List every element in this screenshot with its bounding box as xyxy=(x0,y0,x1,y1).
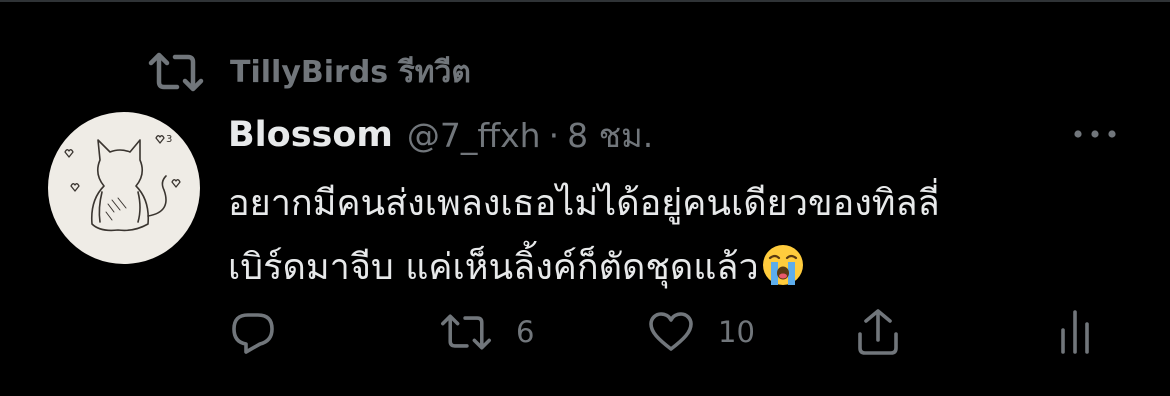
reply-button[interactable] xyxy=(230,304,276,360)
retweet-button[interactable]: 6 xyxy=(440,304,534,360)
tweet-text-line-2-content: เบิร์ดมาจีบ แค่เห็นลิ้งค์ก็ตัดชุดแล้ว xyxy=(228,247,759,288)
separator-dot: · xyxy=(548,115,560,155)
more-options-icon[interactable] xyxy=(1072,124,1118,144)
tweet-header: Blossom @7_ffxh · 8 ชม. xyxy=(228,110,653,160)
timestamp[interactable]: 8 ชม. xyxy=(567,109,653,162)
loudly-crying-face-emoji xyxy=(761,243,805,287)
action-bar: 6 10 xyxy=(0,304,1170,360)
share-icon xyxy=(856,308,900,356)
retweet-context[interactable]: TillyBirds รีทวีต xyxy=(148,50,471,94)
like-count: 10 xyxy=(718,315,755,349)
display-name[interactable]: Blossom xyxy=(228,115,393,155)
retweet-count: 6 xyxy=(516,315,535,349)
retweet-icon xyxy=(148,52,204,92)
tweet-text-line-1: อยากมีคนส่งเพลงเธอไม่ได้อยู่คนเดียวของทิ… xyxy=(228,183,940,224)
tweet-text: อยากมีคนส่งเพลงเธอไม่ได้อยู่คนเดียวของทิ… xyxy=(228,172,1128,300)
heart-icon xyxy=(648,311,694,353)
analytics-button[interactable] xyxy=(1058,304,1092,360)
reply-icon xyxy=(230,309,276,355)
avatar[interactable]: 3 xyxy=(48,112,200,264)
tweet-text-line-2: เบิร์ดมาจีบ แค่เห็นลิ้งค์ก็ตัดชุดแล้ว xyxy=(228,236,1128,300)
like-button[interactable]: 10 xyxy=(648,304,755,360)
retweet-context-text[interactable]: TillyBirds รีทวีต xyxy=(230,49,471,96)
share-button[interactable] xyxy=(856,304,900,360)
top-divider xyxy=(0,0,1170,2)
analytics-icon xyxy=(1058,308,1092,356)
svg-text:3: 3 xyxy=(166,134,172,145)
user-handle[interactable]: @7_ffxh xyxy=(407,116,541,155)
retweet-icon xyxy=(440,312,492,352)
